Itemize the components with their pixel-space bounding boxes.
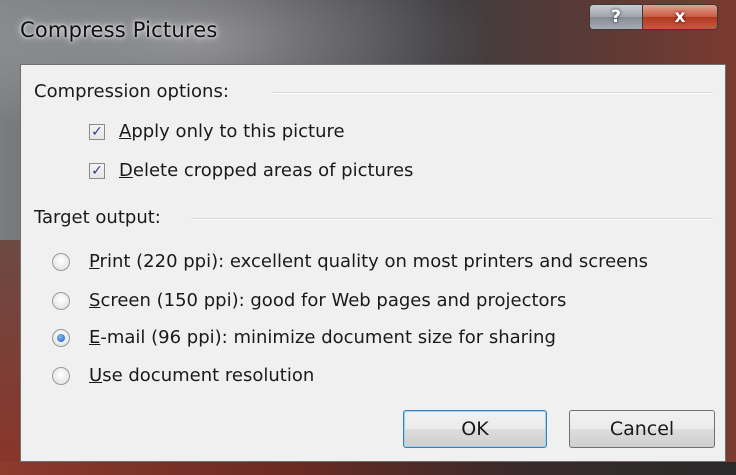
delete-cropped-checkbox[interactable]: ✓: [89, 162, 105, 179]
screen-radio-row[interactable]: Screen (150 ppi): good for Web pages and…: [52, 290, 566, 311]
cancel-button[interactable]: Cancel: [569, 410, 715, 448]
frame-bottom: [0, 462, 736, 475]
group-divider: [191, 218, 713, 220]
close-button[interactable]: x: [643, 4, 718, 30]
group-divider: [273, 92, 713, 94]
email-radio-row[interactable]: E-mail (96 ppi): minimize document size …: [52, 327, 556, 348]
help-icon: ?: [611, 7, 621, 27]
ok-button[interactable]: OK: [403, 410, 547, 448]
document-resolution-radio-row[interactable]: Use document resolution: [52, 365, 314, 386]
print-radio-row[interactable]: Print (220 ppi): excellent quality on mo…: [52, 251, 648, 272]
close-icon: x: [674, 7, 686, 27]
delete-cropped-checkbox-row[interactable]: ✓ Delete cropped areas of pictures: [89, 160, 413, 181]
target-output-label: Target output:: [34, 207, 161, 228]
document-resolution-label: Use document resolution: [89, 365, 315, 386]
screen-radio[interactable]: [52, 291, 70, 310]
compression-options-label: Compression options:: [34, 81, 229, 102]
print-label: Print (220 ppi): excellent quality on mo…: [89, 251, 649, 272]
caption-buttons: ? x: [589, 4, 718, 30]
email-label: E-mail (96 ppi): minimize document size …: [89, 327, 556, 348]
apply-only-label: Apply only to this picture: [119, 121, 345, 142]
print-radio[interactable]: [52, 252, 70, 271]
window-frame: Compress Pictures ? x Compression option…: [0, 0, 736, 475]
screen-label: Screen (150 ppi): good for Web pages and…: [89, 290, 567, 311]
frame-glow: [0, 240, 20, 475]
window-title: Compress Pictures: [20, 18, 218, 42]
checkmark-icon: ✓: [91, 162, 103, 179]
dialog-client-area: Compression options: ✓ Apply only to thi…: [20, 64, 726, 462]
apply-only-checkbox-row[interactable]: ✓ Apply only to this picture: [89, 121, 345, 142]
delete-cropped-label: Delete cropped areas of pictures: [119, 160, 414, 181]
checkmark-icon: ✓: [91, 123, 103, 140]
document-resolution-radio[interactable]: [52, 366, 70, 385]
email-radio[interactable]: [52, 328, 70, 347]
help-button[interactable]: ?: [589, 4, 643, 30]
apply-only-checkbox[interactable]: ✓: [89, 123, 105, 140]
